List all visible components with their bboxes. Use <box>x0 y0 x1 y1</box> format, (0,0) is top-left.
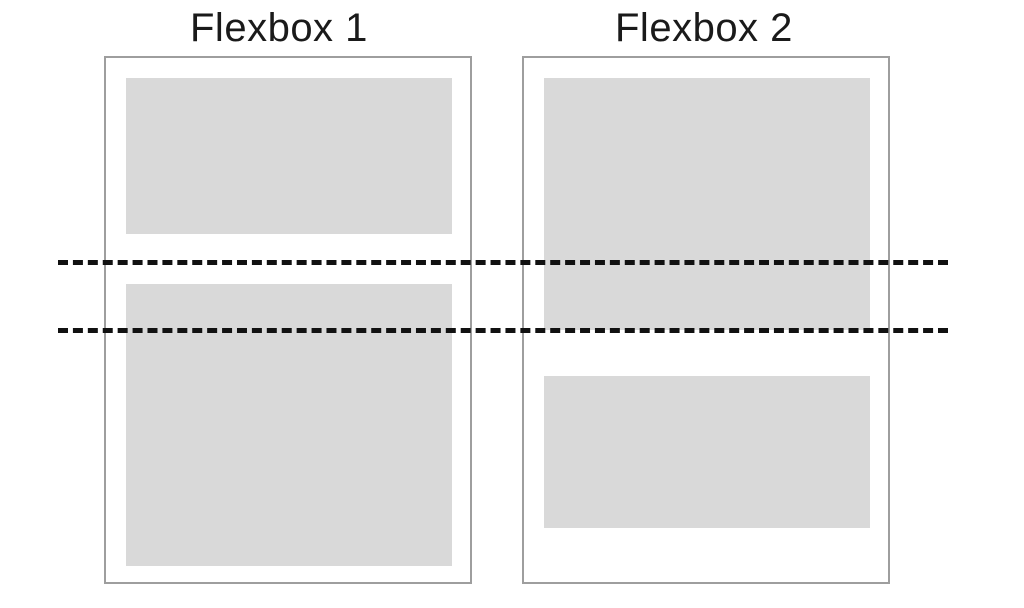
flexbox-1-container <box>104 56 472 584</box>
flexbox-2-container <box>522 56 890 584</box>
flexbox-1-item-a <box>126 78 452 234</box>
flexbox-2-title: Flexbox 2 <box>615 6 793 51</box>
flexbox-1-item-b <box>126 284 452 566</box>
alignment-guide-bottom <box>58 328 948 333</box>
flexbox-diagram: Flexbox 1 Flexbox 2 <box>0 0 1024 608</box>
alignment-guide-top <box>58 260 948 265</box>
flexbox-2-item-b <box>544 376 870 528</box>
flexbox-1-title: Flexbox 1 <box>190 6 368 51</box>
flexbox-2-item-a <box>544 78 870 330</box>
